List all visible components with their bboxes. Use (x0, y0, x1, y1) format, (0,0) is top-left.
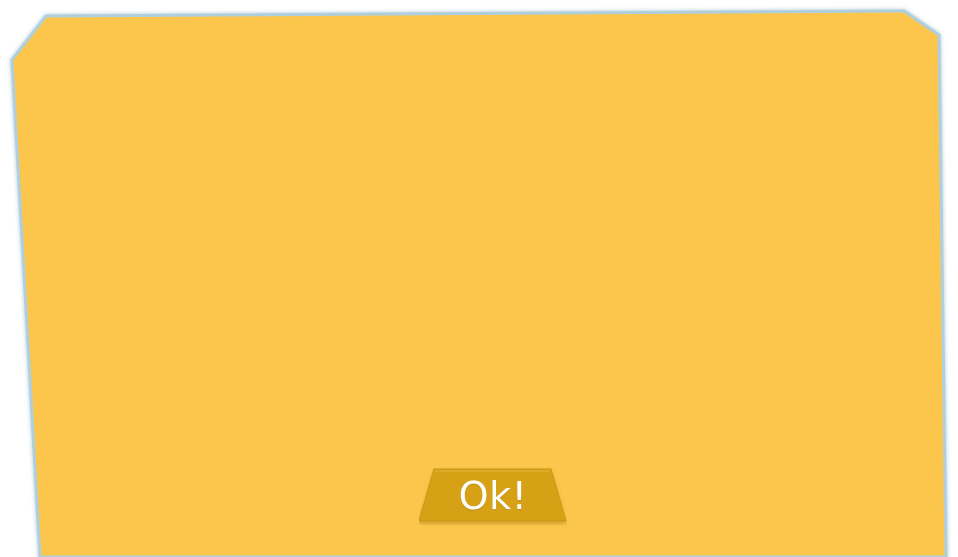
ok-button-label: Ok! (458, 474, 528, 518)
dialog-stage: Ok! (0, 0, 958, 557)
ok-button[interactable]: Ok! (419, 467, 567, 525)
